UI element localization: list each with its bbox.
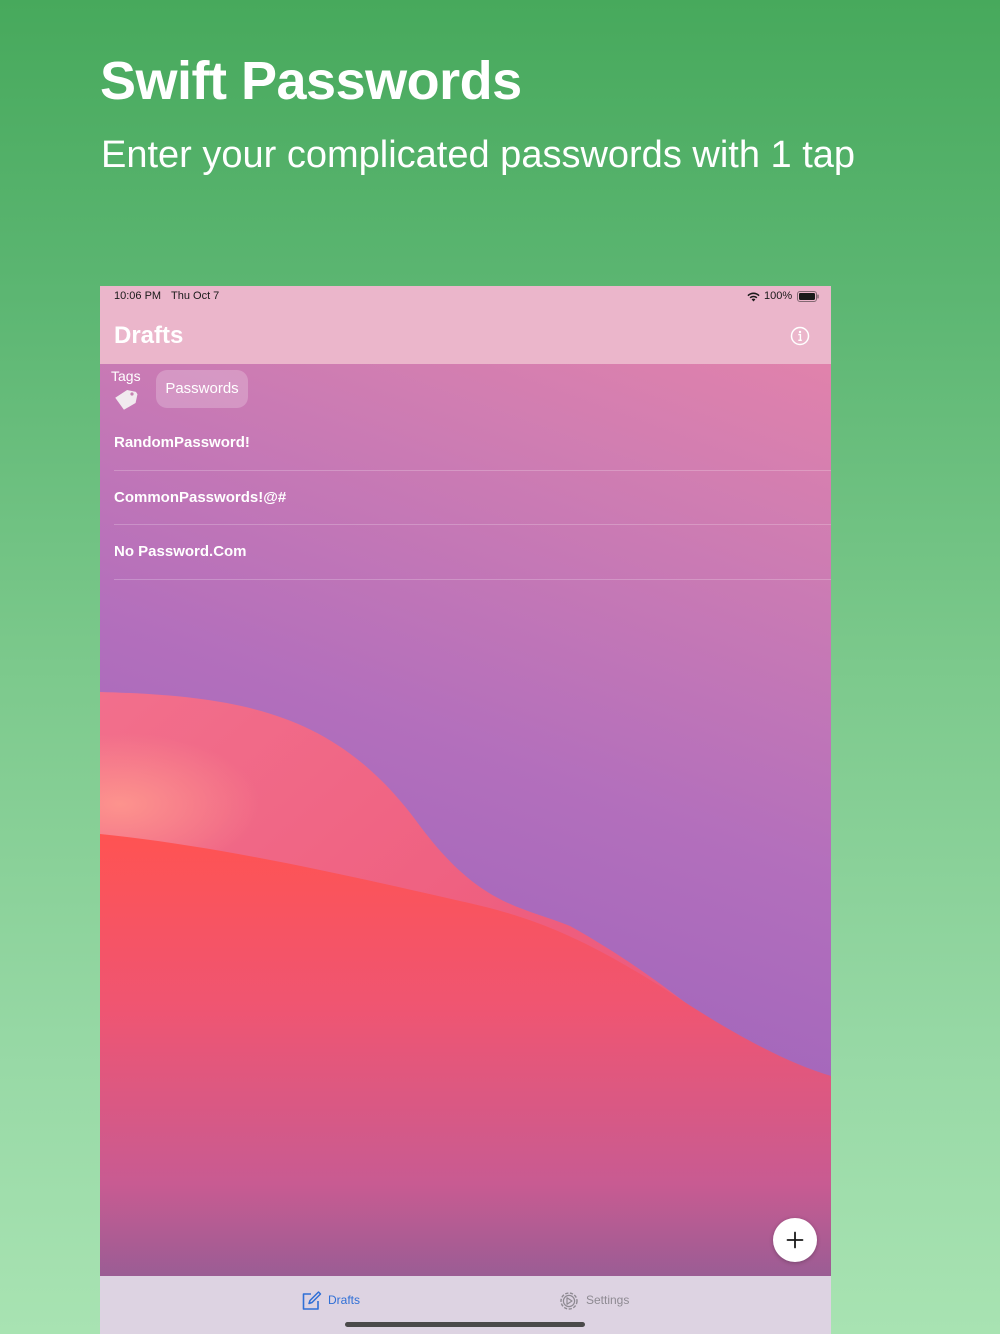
drafts-list: RandomPassword! CommonPasswords!@# No Pa… (100, 416, 831, 580)
status-bar: 10:06 PM Thu Oct 7 100% (100, 286, 831, 308)
battery-percent: 100% (764, 290, 793, 302)
home-indicator[interactable] (345, 1322, 585, 1327)
hero-subtitle: Enter your complicated passwords with 1 … (101, 134, 856, 176)
navigation-bar: Drafts (100, 308, 831, 364)
status-date: Thu Oct 7 (171, 290, 220, 302)
wifi-icon (747, 292, 760, 302)
tab-drafts-label: Drafts (328, 1293, 361, 1307)
tab-settings[interactable]: Settings (558, 1276, 658, 1316)
tags-label: Tags (111, 368, 141, 384)
list-item[interactable]: No Password.Com (100, 525, 831, 580)
tab-settings-label: Settings (586, 1293, 630, 1307)
status-time: 10:06 PM (114, 290, 162, 302)
gear-icon (560, 1292, 578, 1310)
device-screenshot: 10:06 PM Thu Oct 7 100% Drafts Tags Pass… (100, 286, 831, 1334)
list-item[interactable]: CommonPasswords!@# (100, 471, 831, 526)
plus-icon (786, 1231, 804, 1249)
compose-icon (302, 1291, 322, 1310)
page-title: Drafts (114, 322, 184, 349)
list-item[interactable]: RandomPassword! (100, 416, 831, 471)
tab-drafts[interactable]: Drafts (300, 1276, 380, 1316)
info-icon[interactable] (789, 325, 811, 347)
tag-chip-passwords[interactable]: Passwords (156, 370, 248, 408)
tag-icon[interactable] (112, 386, 140, 410)
battery-icon (797, 291, 819, 302)
tab-bar: Drafts Settings (100, 1276, 831, 1334)
hero-title: Swift Passwords (100, 51, 522, 111)
add-draft-button[interactable] (773, 1218, 817, 1262)
